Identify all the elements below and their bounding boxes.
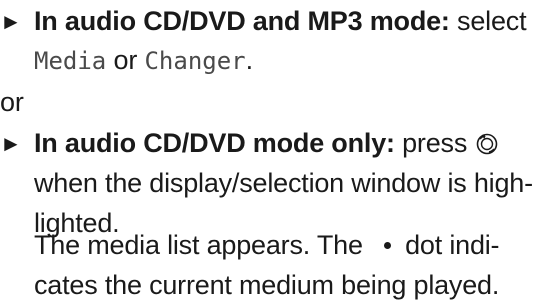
bullet-1-text: select [449, 6, 527, 36]
result-text-a: The media list appears. The [34, 230, 371, 260]
bullet-2-line-1: ► In audio CD/DVD mode only: press [0, 124, 498, 163]
sentence-end: . [245, 45, 254, 75]
bullet-1-line-1: ► In audio CD/DVD and MP3 mode: select [0, 2, 527, 41]
bullet-2-text: press [394, 128, 475, 158]
option-media: Media [34, 47, 107, 75]
bullet-2-heading: In audio CD/DVD mode only: [34, 128, 395, 158]
arrow-bullet-icon: ► [0, 131, 22, 156]
arrow-bullet-icon: ► [0, 9, 22, 34]
bullet-1-heading: In audio CD/DVD and MP3 mode: [34, 6, 450, 36]
dot-indicator-icon [384, 242, 392, 249]
option-changer: Changer [144, 47, 246, 75]
result-text-b: dot indi- [405, 230, 500, 260]
conjunction-or: or [106, 45, 145, 75]
result-line-2: cates the current medium being played. [34, 270, 500, 300]
rotary-knob-icon [476, 127, 498, 155]
separator-or: or [0, 87, 24, 117]
bullet-2-line-2: when the display/selection window is hig… [34, 168, 533, 198]
bullet-1-line-2: Media or Changer. [34, 41, 253, 80]
result-line-1: The media list appears. The dot indi- [34, 226, 500, 264]
instruction-text-block: ► In audio CD/DVD and MP3 mode: select Me… [0, 0, 555, 306]
